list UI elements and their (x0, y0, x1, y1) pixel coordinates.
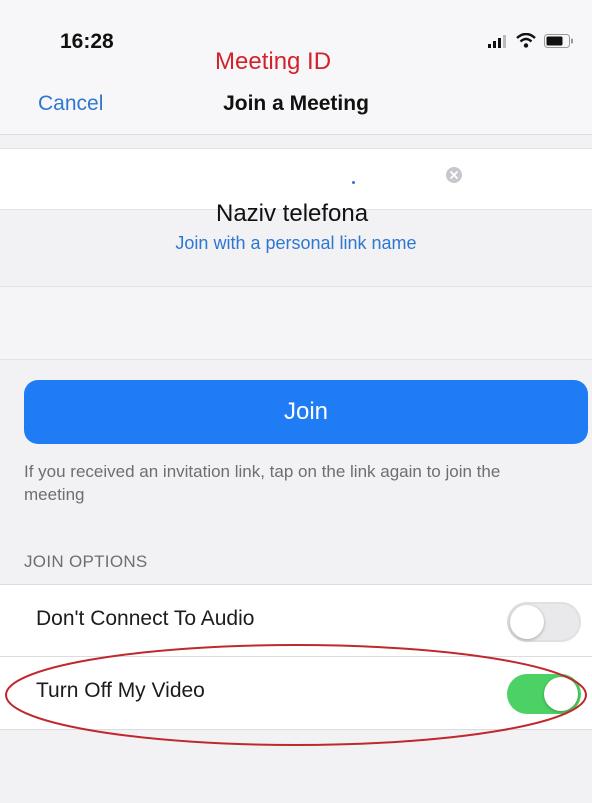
help-text: If you received an invitation link, tap … (24, 462, 501, 504)
clear-circle-icon[interactable] (445, 166, 463, 184)
option-label-video: Turn Off My Video (36, 679, 205, 702)
cellular-signal-icon (488, 34, 506, 48)
phone-name-annotation: Naziv telefona (216, 200, 369, 227)
video-toggle[interactable] (507, 674, 581, 714)
status-time: 16:28 (60, 30, 114, 53)
join-options-header: JOIN OPTIONS (24, 552, 148, 571)
wifi-icon (516, 33, 536, 48)
toggle-knob (510, 605, 544, 639)
name-field[interactable] (0, 286, 592, 360)
top-bar: 16:28 Meeting ID Cancel Join a Meeting (0, 0, 592, 135)
personal-link-button[interactable]: Join with a personal link name (0, 233, 592, 254)
battery-icon (544, 33, 573, 48)
toggle-knob (544, 677, 578, 711)
meeting-id-annotation: Meeting ID (215, 48, 332, 75)
status-icons (488, 33, 574, 48)
option-label-audio: Don't Connect To Audio (36, 607, 255, 630)
join-button[interactable]: Join (24, 380, 588, 444)
page-title: Join a Meeting (223, 92, 369, 115)
audio-toggle[interactable] (507, 602, 581, 642)
join-meeting-screen: 16:28 Meeting ID Cancel Join a Meeting N… (0, 0, 592, 803)
option-row-video: Turn Off My Video (0, 656, 592, 730)
option-row-audio: Don't Connect To Audio (0, 584, 592, 657)
text-cursor (352, 181, 355, 184)
